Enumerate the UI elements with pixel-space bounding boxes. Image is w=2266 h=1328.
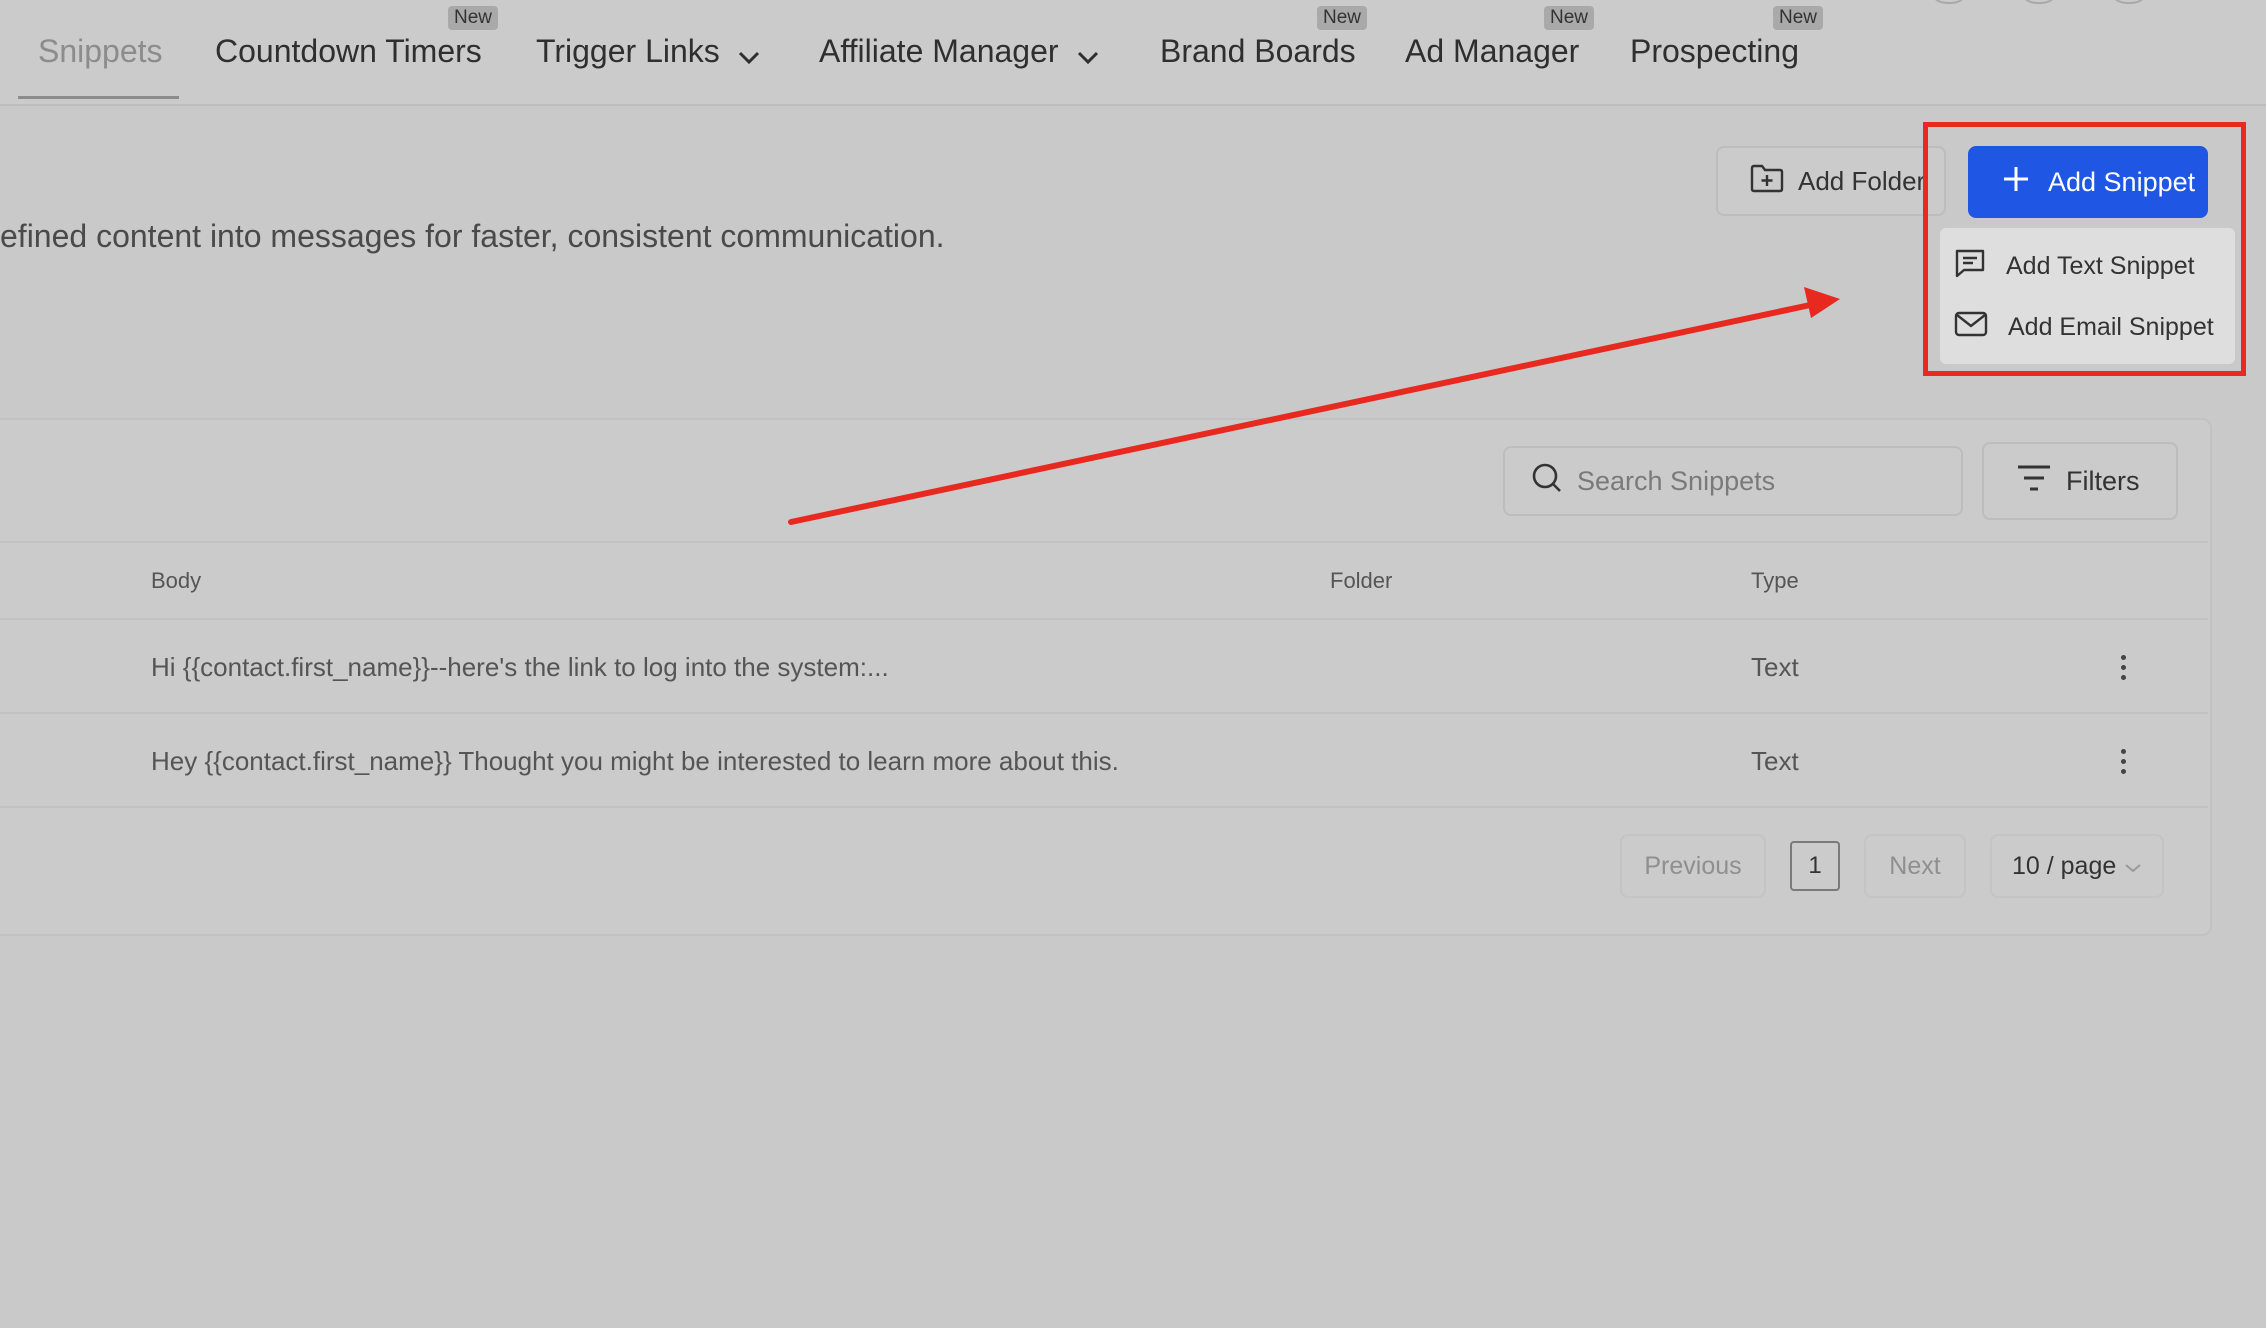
- annotation-arrow: [788, 287, 1840, 525]
